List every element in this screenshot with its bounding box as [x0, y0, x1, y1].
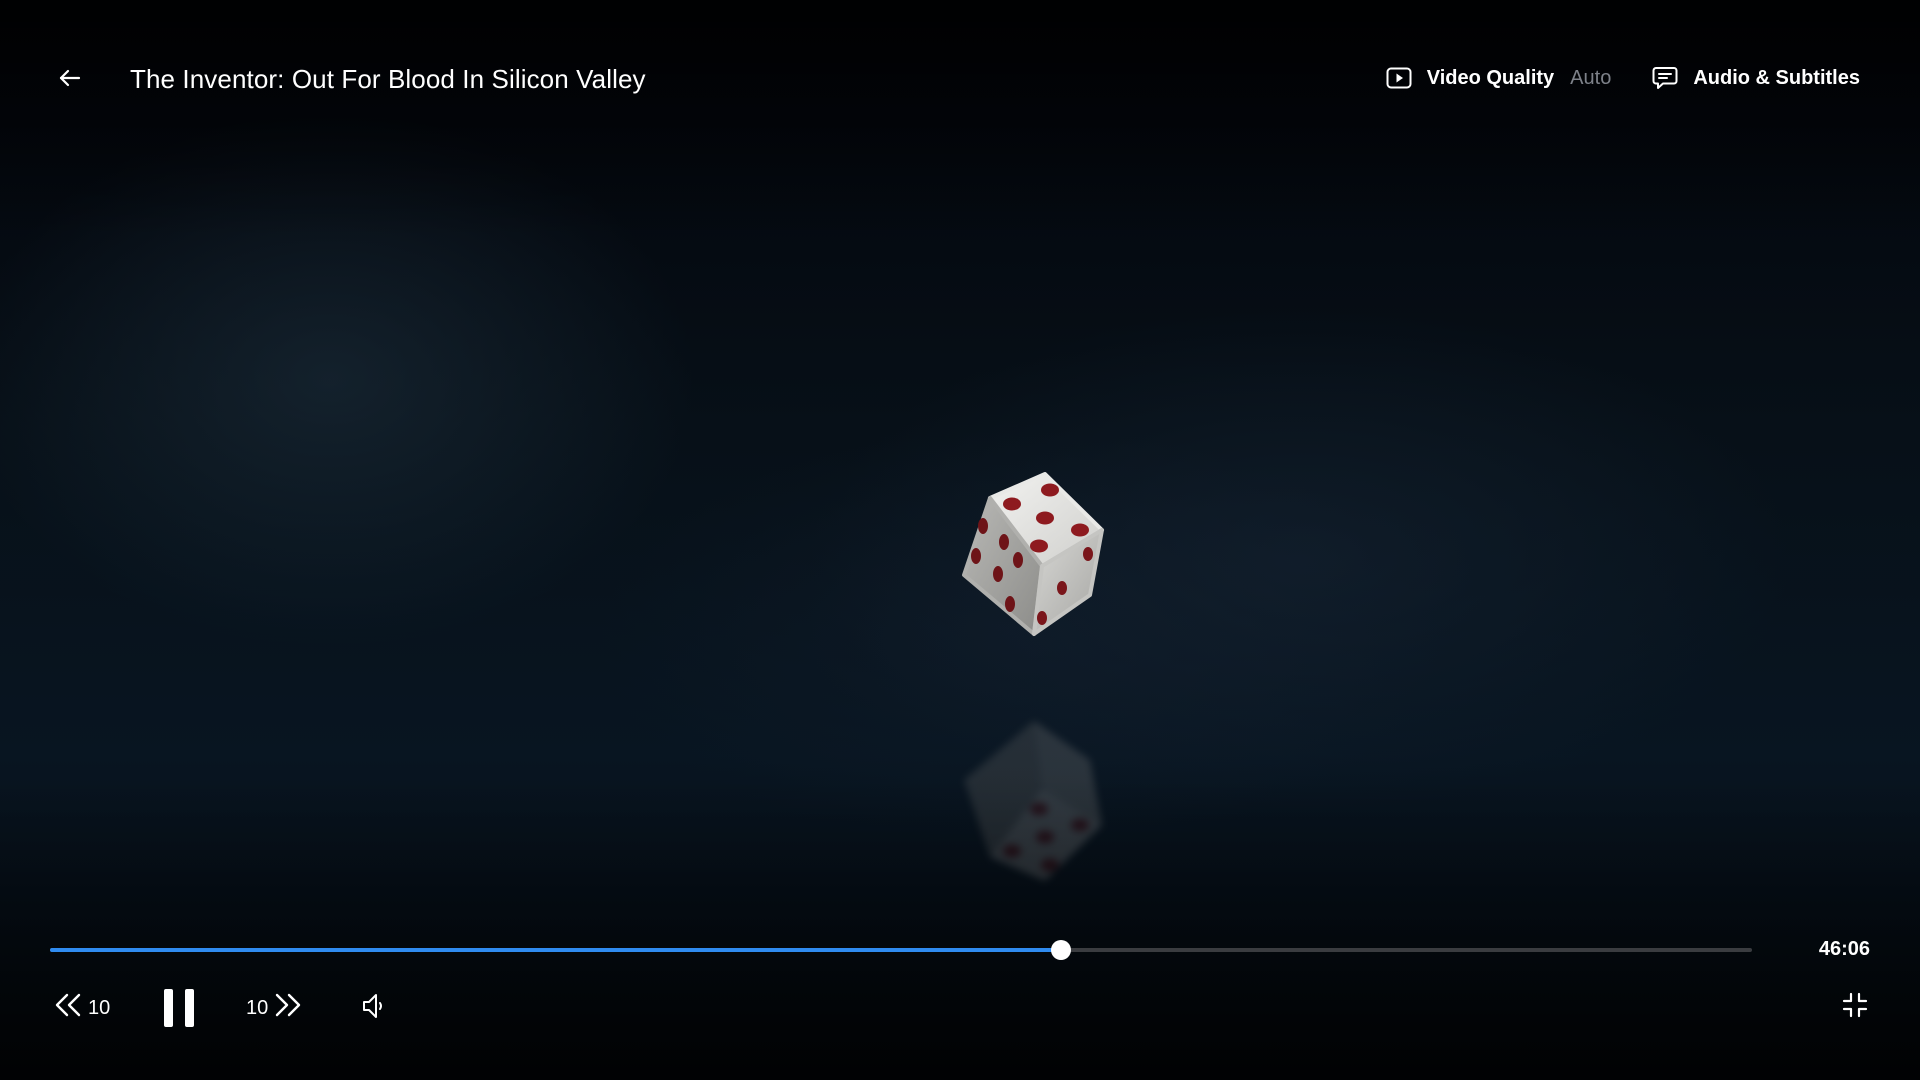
player-top-bar: The Inventor: Out For Blood In Silicon V…	[0, 0, 1920, 160]
speaker-icon	[362, 992, 388, 1026]
exit-fullscreen-button[interactable]	[1842, 992, 1868, 1024]
double-chevron-right-icon	[274, 992, 302, 1024]
video-quality-label: Video Quality	[1426, 66, 1555, 89]
player-controls: 10 10	[0, 980, 1920, 1040]
double-chevron-left-icon	[54, 992, 82, 1024]
audio-subtitles-button[interactable]: Audio & Subtitles	[1651, 64, 1860, 92]
exit-fullscreen-icon	[1842, 992, 1868, 1024]
video-title: The Inventor: Out For Blood In Silicon V…	[130, 64, 646, 94]
video-quality-value: Auto	[1570, 66, 1612, 89]
pause-button[interactable]	[160, 986, 198, 1036]
volume-button[interactable]	[362, 992, 388, 1026]
back-button[interactable]	[52, 62, 88, 98]
video-frame-dice	[950, 470, 1130, 640]
play-square-icon	[1385, 64, 1413, 92]
pause-icon	[160, 986, 198, 1036]
audio-subtitles-label: Audio & Subtitles	[1693, 66, 1860, 89]
seek-bar[interactable]	[50, 940, 1752, 960]
seek-bar-thumb[interactable]	[1050, 940, 1071, 960]
rewind-seconds-label: 10	[88, 996, 111, 1019]
video-frame-dice-reflection	[950, 715, 1130, 885]
top-right-actions: Video Quality Auto Audio & Subtitles	[1385, 64, 1860, 92]
forward-10-button[interactable]: 10	[246, 992, 302, 1024]
rewind-10-button[interactable]: 10	[54, 992, 110, 1024]
video-quality-button[interactable]: Video Quality Auto	[1385, 64, 1612, 92]
seek-bar-played	[50, 948, 1061, 952]
chat-bubble-icon	[1651, 64, 1679, 92]
time-remaining: 46:06	[1818, 938, 1870, 960]
video-player[interactable]: The Inventor: Out For Blood In Silicon V…	[0, 0, 1920, 1080]
arrow-left-icon	[58, 66, 82, 95]
forward-seconds-label: 10	[246, 996, 269, 1019]
